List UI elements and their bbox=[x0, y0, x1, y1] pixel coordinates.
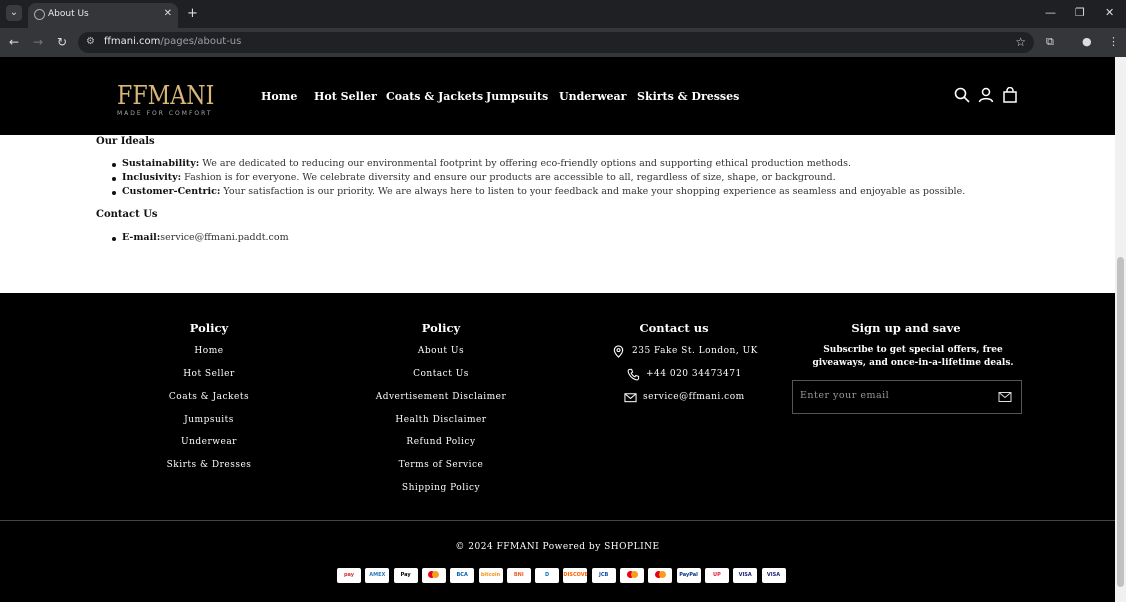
menu-kebab-icon[interactable]: ⋮ bbox=[1108, 35, 1119, 48]
diners-icon: D bbox=[535, 568, 560, 583]
footer-link-advertisement-disclaimer[interactable]: Advertisement Disclaimer bbox=[361, 392, 521, 402]
minimize-icon[interactable]: — bbox=[1045, 6, 1056, 19]
nav-hot-seller[interactable]: Hot Seller bbox=[314, 90, 377, 103]
cart-bag-icon[interactable] bbox=[1002, 87, 1018, 103]
ffmani-logo[interactable]: FFMANI MADE FOR COMFORT bbox=[117, 83, 217, 117]
jcb-icon: JCB bbox=[591, 568, 616, 583]
extensions-icon[interactable]: ⧉ bbox=[1046, 35, 1054, 49]
mastercard-icon bbox=[648, 568, 673, 583]
nav-coats-jackets[interactable]: Coats & Jackets bbox=[386, 90, 483, 103]
subscribe-mail-icon[interactable] bbox=[998, 391, 1012, 403]
logo-tagline: MADE FOR COMFORT bbox=[117, 110, 213, 117]
bullet bbox=[112, 163, 116, 167]
footer-divider bbox=[0, 520, 1115, 521]
bitcoin-icon: bitcoin bbox=[478, 568, 503, 583]
site-header: FFMANI MADE FOR COMFORT Home Hot Seller … bbox=[0, 57, 1115, 135]
back-icon[interactable]: ← bbox=[9, 35, 19, 49]
footer-link-contact-us[interactable]: Contact Us bbox=[361, 369, 521, 379]
globe-icon bbox=[34, 9, 45, 20]
bullet bbox=[112, 191, 116, 195]
footer-link-underwear[interactable]: Underwear bbox=[149, 437, 269, 447]
footer-link-coats-jackets[interactable]: Coats & Jackets bbox=[149, 392, 269, 402]
bullet bbox=[112, 177, 116, 181]
copyright-text: © 2024 FFMANI Powered by SHOPLINE bbox=[455, 542, 660, 552]
footer-link-jumpsuits[interactable]: Jumpsuits bbox=[149, 415, 269, 425]
footer-col1-heading: Policy bbox=[189, 321, 229, 335]
newsletter-email-input[interactable] bbox=[800, 390, 990, 401]
close-window-icon[interactable]: ✕ bbox=[1105, 6, 1114, 19]
page-scrollbar[interactable] bbox=[1115, 57, 1126, 602]
location-pin-icon bbox=[613, 345, 624, 358]
tab-title: About Us bbox=[48, 9, 89, 19]
bookmark-star-icon[interactable]: ☆ bbox=[1015, 35, 1026, 49]
browser-tabbar: ⌄ About Us ✕ + — ❐ ✕ bbox=[0, 0, 1126, 28]
nav-skirts-dresses[interactable]: Skirts & Dresses bbox=[637, 90, 739, 103]
reload-icon[interactable]: ↻ bbox=[57, 35, 67, 49]
nav-underwear[interactable]: Underwear bbox=[559, 90, 626, 103]
contact-email: E-mail:service@ffmani.paddt.com bbox=[122, 232, 289, 243]
footer-link-refund-policy[interactable]: Refund Policy bbox=[361, 437, 521, 447]
ideals-heading: Our Ideals bbox=[96, 136, 155, 147]
paypal-icon: PayPal bbox=[676, 568, 701, 583]
browser-toolbar: ← → ↻ ⚙ ffmani.com/pages/about-us ☆ ⧉ ● … bbox=[0, 28, 1126, 57]
footer-link-home[interactable]: Home bbox=[149, 346, 269, 356]
new-tab-icon[interactable]: + bbox=[187, 6, 198, 21]
unionpay-icon: UP bbox=[704, 568, 729, 583]
restore-icon[interactable]: ❐ bbox=[1075, 6, 1085, 19]
footer-link-hot-seller[interactable]: Hot Seller bbox=[149, 369, 269, 379]
phone-icon bbox=[627, 368, 640, 381]
contact-heading: Contact Us bbox=[96, 209, 158, 220]
browser-tab[interactable]: About Us ✕ bbox=[28, 3, 178, 28]
site-footer: Policy Home Hot Seller Coats & Jackets J… bbox=[0, 293, 1115, 602]
footer-col4-heading: Sign up and save bbox=[851, 321, 961, 335]
pay-4-icon bbox=[421, 568, 446, 583]
forward-icon[interactable]: → bbox=[33, 35, 43, 49]
pay-1-icon: pay bbox=[337, 568, 361, 583]
apple-pay-icon: Pay bbox=[393, 568, 418, 583]
maestro-icon bbox=[620, 568, 644, 583]
scrollbar-thumb[interactable] bbox=[1117, 257, 1124, 587]
footer-link-skirts-dresses[interactable]: Skirts & Dresses bbox=[149, 460, 269, 470]
newsletter-form bbox=[792, 380, 1022, 414]
address-bar[interactable]: ⚙ ffmani.com/pages/about-us ☆ bbox=[78, 32, 1034, 53]
amex-icon: AMEX bbox=[365, 568, 390, 583]
visa-icon: VISA bbox=[733, 568, 758, 583]
url-text[interactable]: ffmani.com/pages/about-us bbox=[104, 36, 241, 47]
subscribe-text: Subscribe to get special offers, free gi… bbox=[812, 345, 1014, 368]
bullet bbox=[112, 237, 116, 241]
footer-col3-heading: Contact us bbox=[639, 321, 709, 335]
ideal-sustainability: Sustainability: We are dedicated to redu… bbox=[122, 158, 851, 169]
ideal-inclusivity: Inclusivity: Fashion is for everyone. We… bbox=[122, 172, 836, 183]
ideal-customer-centric: Customer-Centric: Your satisfaction is o… bbox=[122, 186, 966, 197]
search-icon[interactable] bbox=[954, 87, 970, 103]
nav-home[interactable]: Home bbox=[261, 90, 297, 103]
account-icon[interactable] bbox=[978, 87, 994, 103]
footer-link-terms-of-service[interactable]: Terms of Service bbox=[361, 460, 521, 470]
logo-text: FFMANI bbox=[117, 81, 215, 111]
footer-link-shipping-policy[interactable]: Shipping Policy bbox=[361, 483, 521, 493]
tab-search-icon[interactable]: ⌄ bbox=[6, 5, 22, 21]
about-content: Our Ideals Sustainability: We are dedica… bbox=[0, 135, 1115, 293]
profile-icon[interactable]: ● bbox=[1082, 35, 1092, 48]
bni-icon: BNI bbox=[506, 568, 531, 583]
mail-icon bbox=[624, 393, 637, 403]
site-info-icon[interactable]: ⚙ bbox=[86, 36, 95, 47]
visa-2-icon: VISA bbox=[761, 568, 786, 583]
bca-icon: BCA bbox=[450, 568, 475, 583]
nav-jumpsuits[interactable]: Jumpsuits bbox=[486, 90, 548, 103]
footer-link-health-disclaimer[interactable]: Health Disclaimer bbox=[361, 415, 521, 425]
close-tab-icon[interactable]: ✕ bbox=[164, 8, 172, 19]
discover-icon: DISCOVER bbox=[563, 568, 588, 583]
payment-methods: pay AMEXPay BCAbitcoinBNI DDISCOVERJCB PayPa… bbox=[337, 568, 787, 584]
footer-link-about-us[interactable]: About Us bbox=[361, 346, 521, 356]
footer-col2-heading: Policy bbox=[421, 321, 461, 335]
